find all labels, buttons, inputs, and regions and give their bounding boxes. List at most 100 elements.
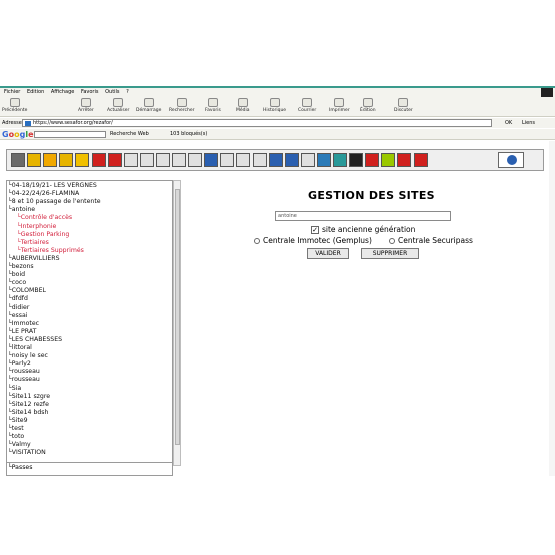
tree-item[interactable]: └04-18/19/21- LES VERGNES <box>8 182 97 190</box>
home-button[interactable]: Démarrage <box>136 98 161 113</box>
tree-item[interactable]: └8 et 10 passage de l'entente <box>8 198 101 206</box>
tree-item[interactable]: └boid <box>8 271 25 279</box>
radio-immotec[interactable] <box>254 238 260 244</box>
tree-item[interactable]: └Site12 rezfe <box>8 401 49 409</box>
app-tool-26-icon[interactable] <box>413 153 428 167</box>
tree-item[interactable]: └noisy le sec <box>8 352 48 360</box>
tree-item-label: Site9 <box>11 416 28 424</box>
app-tool-13-icon[interactable] <box>204 153 219 167</box>
app-tool-12-icon[interactable] <box>188 153 203 167</box>
tree-item[interactable]: └Immotec <box>8 320 39 328</box>
app-tool-1-icon[interactable] <box>11 153 25 167</box>
app-tool-25-icon[interactable] <box>397 153 412 167</box>
menu-fichier[interactable]: Fichier <box>4 89 20 95</box>
tree-item[interactable]: └rousseau <box>8 376 40 384</box>
app-tool-22-icon[interactable] <box>349 153 364 167</box>
popup-blocked-counter[interactable]: 103 bloqués(s) <box>170 129 207 140</box>
page-title: GESTION DES SITES <box>308 189 435 202</box>
app-tool-3-icon[interactable] <box>43 153 58 167</box>
site-name-input[interactable]: antoine <box>275 211 451 221</box>
delete-button[interactable]: SUPPRIMER <box>361 248 419 259</box>
google-toolbar: Google Recherche Web 103 bloqués(s) <box>0 129 555 140</box>
app-tool-18-icon[interactable] <box>284 153 299 167</box>
tree-item[interactable]: └toto <box>8 433 24 441</box>
tree-item[interactable]: └didier <box>8 304 29 312</box>
tree-scroll-thumb[interactable] <box>175 189 180 445</box>
tree-item[interactable]: └essai <box>8 312 28 320</box>
app-tool-23-icon[interactable] <box>365 153 380 167</box>
app-tool-16-icon[interactable] <box>252 153 267 167</box>
app-tool-7-icon[interactable] <box>107 153 122 167</box>
tree-item[interactable]: └test <box>8 425 24 433</box>
app-tool-15-icon[interactable] <box>236 153 251 167</box>
discuss-button[interactable]: Discuter <box>394 98 413 113</box>
tree-item[interactable]: └Site14 bdsh <box>8 409 48 417</box>
tree-subitem[interactable]: └Tertiaires <box>17 239 49 247</box>
tree-item[interactable]: └LE PRAT <box>8 328 36 336</box>
tree-item[interactable]: └04-22/24/26-FLAMINA <box>8 190 79 198</box>
favorites-button[interactable]: Favoris <box>205 98 221 113</box>
tree-item-label: Site12 rezfe <box>11 400 49 408</box>
tree-item[interactable]: └AUBERVILLIERS <box>8 255 60 263</box>
tree-item-label: Site14 bdsh <box>11 408 49 416</box>
radio-securipass[interactable] <box>389 238 395 244</box>
tree-item[interactable]: └bezons <box>8 263 34 271</box>
app-tool-24-icon[interactable] <box>381 153 396 167</box>
tree-scrollbar[interactable] <box>173 180 181 466</box>
app-tool-21-icon[interactable] <box>333 153 347 167</box>
tree-subitem[interactable]: └Gestion Parking <box>17 231 69 239</box>
edit-button[interactable]: Édition <box>360 98 376 113</box>
page-scrollbar[interactable] <box>549 141 555 476</box>
search-button[interactable]: Rechercher <box>169 98 194 113</box>
history-button[interactable]: Historique <box>263 98 286 113</box>
menu-affichage[interactable]: Affichage <box>51 89 75 95</box>
app-tool-17-icon[interactable] <box>268 153 283 167</box>
tree-subitem[interactable]: └Tertiaires Supprimés <box>17 247 84 255</box>
app-tool-19-icon[interactable] <box>300 153 315 167</box>
menu-outils[interactable]: Outils <box>105 89 119 95</box>
menu-favoris[interactable]: Favoris <box>81 89 99 95</box>
tree-subitem[interactable]: └Contrôle d'accès <box>17 214 72 222</box>
app-tool-2-icon[interactable] <box>27 153 42 167</box>
tree-item[interactable]: └Valmy <box>8 441 31 449</box>
stop-button[interactable]: Arrêter <box>78 98 94 113</box>
app-tool-10-icon[interactable] <box>155 153 170 167</box>
favorites-icon <box>207 98 218 107</box>
app-tool-8-icon[interactable] <box>123 153 138 167</box>
google-search-input[interactable] <box>34 131 106 138</box>
tree-item[interactable]: └Sia <box>8 385 21 393</box>
search-web-button[interactable]: Recherche Web <box>110 129 149 140</box>
menu-help[interactable]: ? <box>126 89 129 95</box>
print-button[interactable]: Imprimer <box>329 98 350 113</box>
tree-subitem[interactable]: └Interphonie <box>17 223 56 231</box>
app-tool-6-icon[interactable] <box>91 153 106 167</box>
go-button[interactable]: OK <box>505 118 512 128</box>
app-tool-14-icon[interactable] <box>220 153 235 167</box>
tree-item[interactable]: └Site11 szgre <box>8 393 50 401</box>
media-button[interactable]: Média <box>236 98 250 113</box>
old-generation-checkbox[interactable]: ✓ <box>311 226 319 234</box>
validate-button[interactable]: VALIDER <box>307 248 349 259</box>
globe-icon[interactable] <box>498 152 524 168</box>
app-tool-9-icon[interactable] <box>139 153 154 167</box>
tree-item[interactable]: └littoral <box>8 344 32 352</box>
links-button[interactable]: Liens <box>522 118 535 128</box>
app-tool-11-icon[interactable] <box>172 153 186 167</box>
tree-item[interactable]: └Site9 <box>8 417 28 425</box>
search-icon <box>176 98 187 107</box>
app-tool-20-icon[interactable] <box>316 153 331 167</box>
app-tool-5-icon[interactable] <box>75 153 90 167</box>
tree-item[interactable]: └LES CHABESSES <box>8 336 62 344</box>
app-tool-4-icon[interactable] <box>59 153 74 167</box>
address-input[interactable]: https://www.sesafor.org/rezafor/ <box>22 119 492 127</box>
refresh-button[interactable]: Actualiser <box>107 98 129 113</box>
back-button[interactable]: Précédente <box>2 98 27 113</box>
tree-item[interactable]: └dfdfd <box>8 295 28 303</box>
mail-button[interactable]: Courrier <box>298 98 316 113</box>
tree-item[interactable]: └coco <box>8 279 26 287</box>
menu-edition[interactable]: Edition <box>27 89 44 95</box>
tree-item[interactable]: └Parly2 <box>8 360 31 368</box>
tree-item-passes[interactable]: └Passes <box>8 464 32 472</box>
tree-item[interactable]: └VISITATION <box>8 449 46 457</box>
tree-item-label: essai <box>11 311 28 319</box>
